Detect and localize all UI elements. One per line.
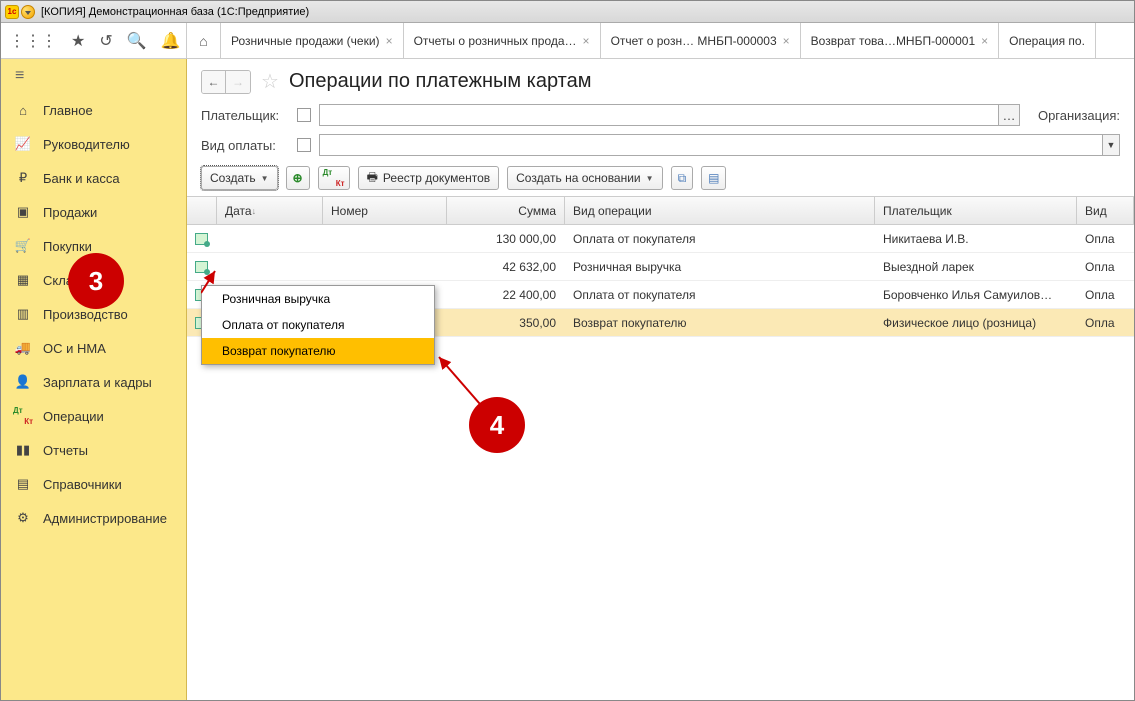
app-menu-dropdown[interactable]: [21, 5, 35, 19]
dtkt-button[interactable]: [318, 166, 350, 190]
sidebar: ≡ ⌂Главное 📈Руководителю ₽Банк и касса ▣…: [1, 59, 187, 700]
menu-item[interactable]: Возврат покупателю: [202, 338, 434, 364]
menu-item[interactable]: Оплата от покупателя: [202, 312, 434, 338]
search-icon[interactable]: 🔍: [127, 31, 147, 51]
payer-input[interactable]: [319, 104, 998, 126]
sidebar-item-main[interactable]: ⌂Главное: [1, 93, 186, 127]
create-dropdown-menu: Розничная выручкаОплата от покупателяВоз…: [201, 285, 435, 365]
bar-icon: ▥: [15, 306, 31, 322]
col-type[interactable]: Вид: [1077, 197, 1134, 224]
home-button[interactable]: ⌂: [187, 23, 221, 58]
document-icon: [195, 233, 208, 245]
history-icon[interactable]: ↺: [99, 31, 112, 51]
table-row[interactable]: 130 000,00Оплата от покупателяНикитаева …: [187, 225, 1134, 253]
nav-forward-button[interactable]: →: [226, 71, 250, 93]
grid-icon: ▦: [15, 272, 31, 288]
col-number[interactable]: Номер: [323, 197, 447, 224]
close-icon[interactable]: ×: [386, 34, 393, 48]
truck-icon: 🚚: [15, 340, 31, 356]
col-payer[interactable]: Плательщик: [875, 197, 1077, 224]
gear-icon: ⚙: [15, 510, 31, 526]
structure-icon: ⧉: [678, 171, 687, 186]
annotation-marker-4: 4: [469, 397, 525, 453]
box-icon: ▣: [15, 204, 31, 220]
tab-retail-report-doc[interactable]: Отчет о розн… МНБП-000003×: [601, 23, 801, 58]
payer-checkbox[interactable]: [297, 108, 311, 122]
apps-icon[interactable]: ⋮⋮⋮: [9, 31, 57, 51]
favorite-icon[interactable]: ★: [71, 31, 85, 51]
nav-back-button[interactable]: ←: [202, 71, 226, 93]
page-title: Операции по платежным картам: [289, 70, 592, 93]
sidebar-item-admin[interactable]: ⚙Администрирование: [1, 501, 186, 535]
window-title: [КОПИЯ] Демонстрационная база (1С:Предпр…: [41, 6, 309, 18]
tab-retail-reports[interactable]: Отчеты о розничных прода…×: [404, 23, 601, 58]
sidebar-item-operations[interactable]: Операции: [1, 399, 186, 433]
col-sum[interactable]: Сумма: [447, 197, 565, 224]
book-icon: ▤: [15, 476, 31, 492]
tab-return-doc[interactable]: Возврат това…МНБП-000001×: [801, 23, 1000, 58]
titlebar: 1c [КОПИЯ] Демонстрационная база (1С:Пре…: [1, 1, 1134, 23]
menu-item[interactable]: Розничная выручка: [202, 286, 434, 312]
grid-header: Дата ↓ Номер Сумма Вид операции Плательщ…: [187, 197, 1134, 225]
col-date[interactable]: Дата ↓: [217, 197, 323, 224]
close-icon[interactable]: ×: [981, 34, 988, 48]
structure-button[interactable]: ⧉: [671, 166, 694, 190]
payer-lookup-button[interactable]: …: [998, 104, 1020, 126]
sidebar-item-hr[interactable]: 👤Зарплата и кадры: [1, 365, 186, 399]
app-logo-icon: 1c: [5, 5, 19, 19]
copy-icon: ⊕: [293, 171, 303, 185]
sidebar-item-reports[interactable]: ▮▮Отчеты: [1, 433, 186, 467]
sidebar-item-bank[interactable]: ₽Банк и касса: [1, 161, 186, 195]
print-icon: 🖶: [367, 168, 378, 189]
list-icon: ▤: [708, 171, 719, 185]
sidebar-toggle-icon[interactable]: ≡: [1, 59, 186, 93]
favorite-toggle-icon[interactable]: ☆: [261, 69, 279, 94]
paytype-dropdown-button[interactable]: ▼: [1102, 134, 1120, 156]
create-based-button[interactable]: Создать на основании▼: [507, 166, 662, 190]
sidebar-item-manager[interactable]: 📈Руководителю: [1, 127, 186, 161]
copy-button[interactable]: ⊕: [286, 166, 310, 190]
tab-retail-sales[interactable]: Розничные продажи (чеки)×: [221, 23, 404, 58]
dtkt-icon: [325, 171, 343, 185]
tab-operation[interactable]: Операция по.: [999, 23, 1096, 58]
sidebar-item-assets[interactable]: 🚚ОС и НМА: [1, 331, 186, 365]
chart-icon: ▮▮: [15, 442, 31, 458]
trend-icon: 📈: [15, 136, 31, 152]
home-icon: ⌂: [15, 103, 31, 118]
org-label: Организация:: [1038, 108, 1120, 123]
payer-label: Плательщик:: [201, 108, 289, 123]
sidebar-item-catalogs[interactable]: ▤Справочники: [1, 467, 186, 501]
dtkt-icon: [15, 409, 31, 423]
table-row[interactable]: 42 632,00Розничная выручкаВыездной ларек…: [187, 253, 1134, 281]
nav-arrows: ← →: [201, 70, 251, 94]
document-icon: [195, 261, 208, 273]
ruble-icon: ₽: [15, 170, 31, 186]
list-button[interactable]: ▤: [701, 166, 726, 190]
bell-icon[interactable]: 🔔: [161, 31, 181, 51]
annotation-marker-3: 3: [68, 253, 124, 309]
close-icon[interactable]: ×: [783, 34, 790, 48]
paytype-checkbox[interactable]: [297, 138, 311, 152]
paytype-label: Вид оплаты:: [201, 138, 289, 153]
person-icon: 👤: [15, 374, 31, 390]
paytype-input[interactable]: [319, 134, 1102, 156]
close-icon[interactable]: ×: [583, 34, 590, 48]
cart-icon: 🛒: [15, 238, 31, 254]
create-button[interactable]: Создать▼: [201, 166, 278, 190]
col-operation[interactable]: Вид операции: [565, 197, 875, 224]
sidebar-item-sales[interactable]: ▣Продажи: [1, 195, 186, 229]
registry-button[interactable]: 🖶Реестр документов: [358, 166, 500, 190]
